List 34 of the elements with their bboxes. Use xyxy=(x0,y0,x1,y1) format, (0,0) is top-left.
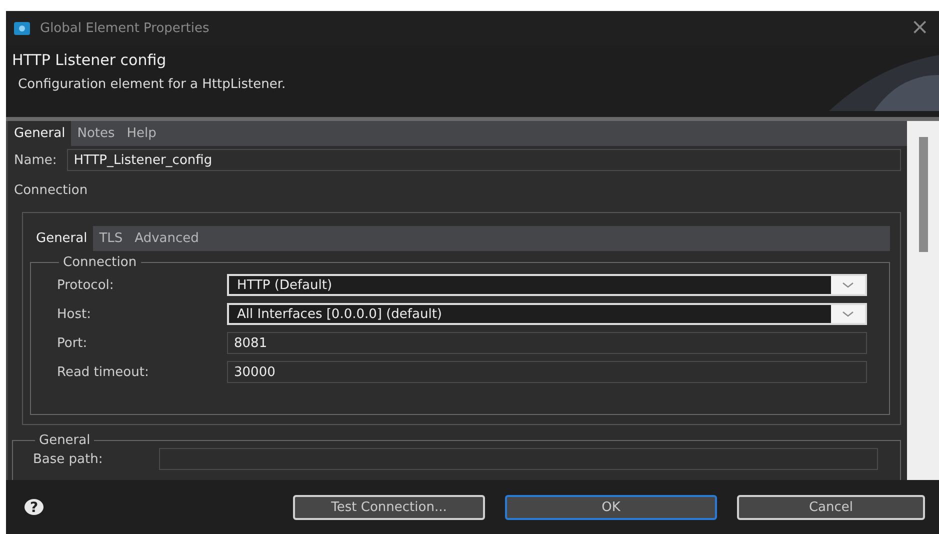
field-label: Name: xyxy=(14,152,57,168)
tab[interactable]: General xyxy=(30,226,94,252)
help-icon[interactable]: ? xyxy=(24,498,44,516)
close-icon[interactable]: × xyxy=(910,17,929,39)
app-icon xyxy=(14,22,30,34)
dropdown[interactable]: HTTP (Default) xyxy=(227,274,867,296)
tab[interactable]: Advanced xyxy=(128,226,205,252)
tab[interactable]: General xyxy=(8,121,72,146)
chevron-down-icon xyxy=(831,305,865,324)
window-title: Global Element Properties xyxy=(40,20,210,36)
text-field[interactable] xyxy=(159,448,878,470)
tab[interactable]: TLS xyxy=(93,226,129,252)
field-label: Port: xyxy=(57,336,88,351)
dialog-title: HTTP Listener config xyxy=(12,51,168,69)
section-label: Connection xyxy=(13,182,89,200)
tab[interactable]: Notes xyxy=(71,121,121,146)
dialog-button[interactable]: OK xyxy=(505,494,717,520)
field-label: Host: xyxy=(57,306,92,322)
group-title: Connection xyxy=(62,255,138,270)
dialog-button[interactable]: Cancel xyxy=(737,494,925,520)
field-label: Base path: xyxy=(33,452,104,466)
group-title: General xyxy=(38,433,92,448)
dropdown[interactable]: All Interfaces [0.0.0.0] (default) xyxy=(227,303,867,326)
chevron-down-icon xyxy=(831,276,865,294)
scrollbar[interactable] xyxy=(907,121,939,480)
text-field[interactable]: 30000 xyxy=(227,361,867,384)
dialog-description: Configuration element for a HttpListener. xyxy=(17,77,287,92)
field-label: Protocol: xyxy=(57,278,115,293)
text-field[interactable]: 8081 xyxy=(227,332,867,354)
name-field[interactable]: HTTP_Listener_config xyxy=(66,149,901,172)
dialog-button[interactable]: Test Connection... xyxy=(293,494,485,520)
field-label: Read timeout: xyxy=(57,364,150,380)
scroll-thumb[interactable] xyxy=(918,137,928,252)
tab[interactable]: Help xyxy=(120,121,162,146)
